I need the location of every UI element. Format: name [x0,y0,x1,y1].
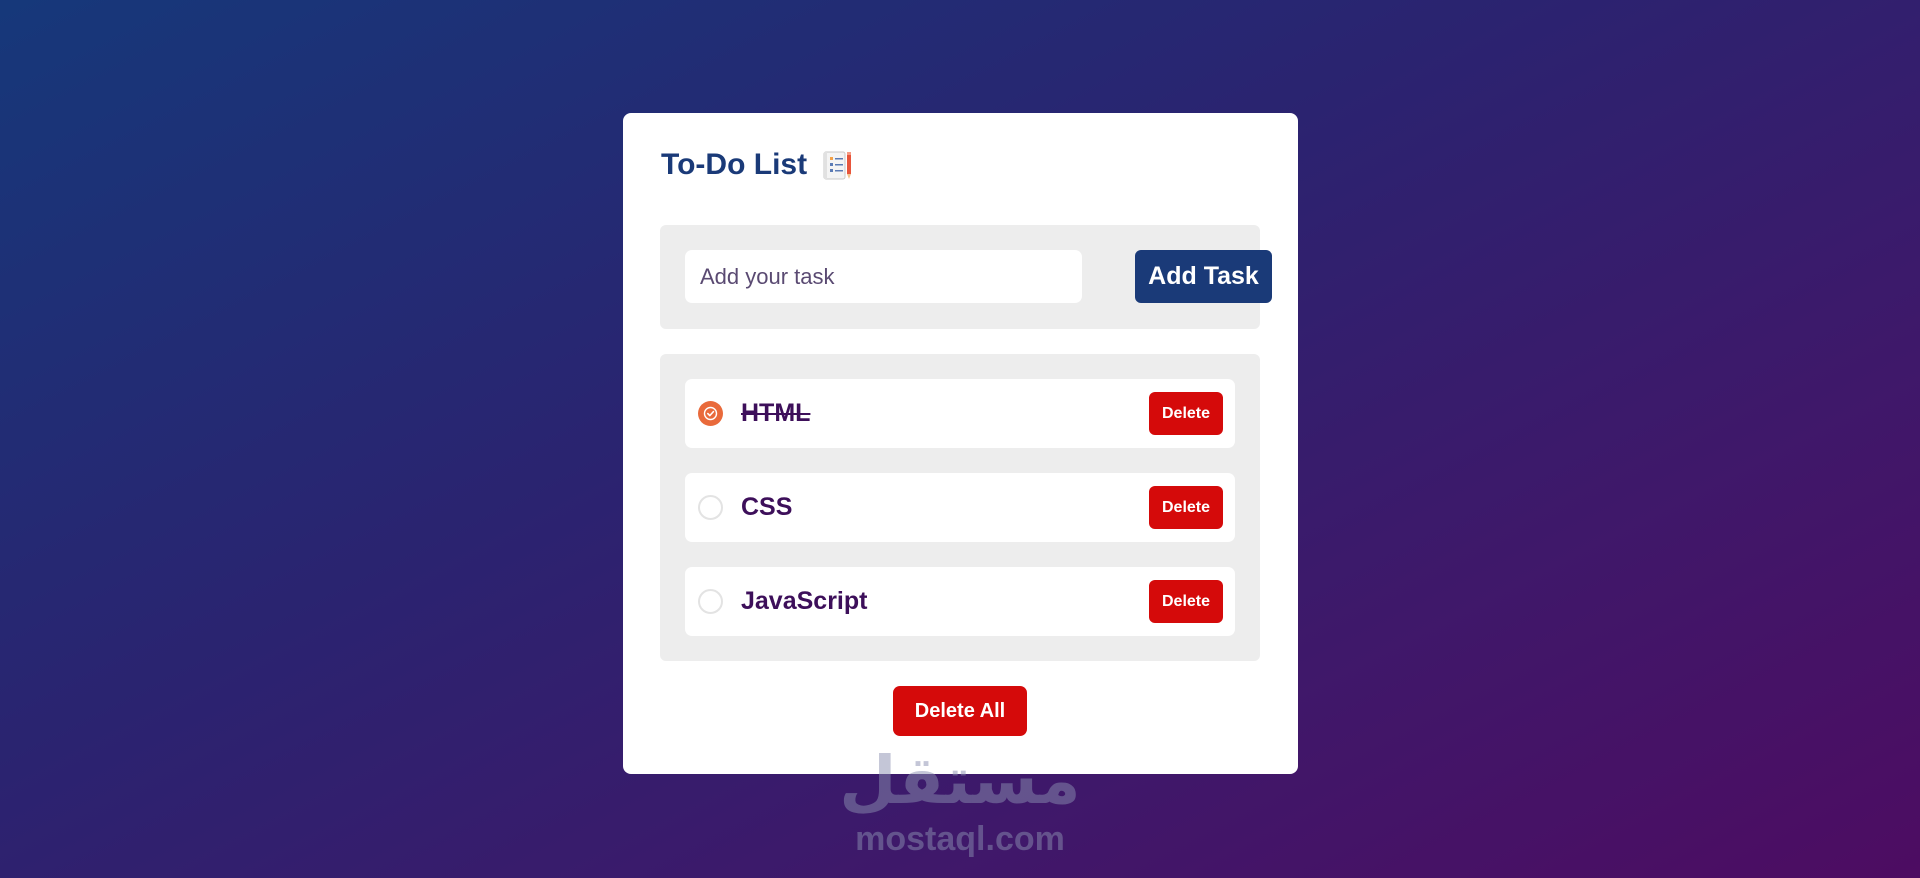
delete-task-button[interactable]: Delete [1149,486,1223,529]
mostaql-watermark: مستقل mostaql.com [830,748,1090,868]
unchecked-circle-icon[interactable] [698,589,723,614]
checked-circle-icon[interactable] [698,401,723,426]
delete-task-button[interactable]: Delete [1149,392,1223,435]
task-list: HTML Delete CSS Delete JavaScript Delete [660,354,1260,661]
delete-task-button[interactable]: Delete [1149,580,1223,623]
task-label: JavaScript [741,587,868,615]
add-task-button[interactable]: Add Task [1135,250,1272,303]
task-input[interactable] [685,250,1082,303]
task-label: CSS [741,493,793,521]
unchecked-circle-icon[interactable] [698,495,723,520]
todo-card: To-Do List Add Task [623,113,1298,774]
task-item-javascript[interactable]: JavaScript Delete [685,567,1235,636]
task-label: HTML [741,399,811,427]
add-task-panel: Add Task [660,225,1272,329]
delete-all-button[interactable]: Delete All [893,686,1027,736]
task-item-css[interactable]: CSS Delete [685,473,1235,542]
page-title: To-Do List [661,149,853,181]
watermark-arabic: مستقل [839,742,1081,819]
notepad-icon [821,149,853,181]
task-item-html[interactable]: HTML Delete [685,379,1235,448]
watermark-latin: mostaql.com [855,820,1065,858]
title-text: To-Do List [661,148,808,181]
